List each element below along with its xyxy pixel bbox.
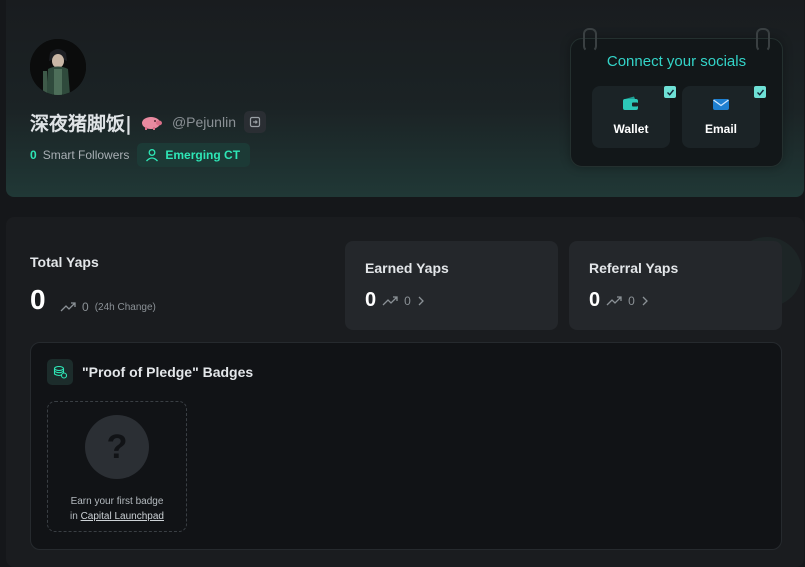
chevron-right-icon bbox=[642, 296, 648, 305]
mail-icon bbox=[712, 96, 730, 117]
earn-badge-text: Earn your first badge in Capital Launchp… bbox=[48, 494, 186, 524]
sign-out-icon bbox=[249, 116, 261, 128]
earned-yaps-card[interactable]: Earned Yaps 0 0 bbox=[345, 241, 558, 330]
earned-yaps-change: 0 bbox=[404, 293, 411, 308]
earn-badge-line: Earn your first badge bbox=[70, 496, 164, 507]
referral-yaps-value: 0 bbox=[589, 289, 601, 311]
earn-badge-prefix: in bbox=[70, 511, 81, 522]
wallet-icon bbox=[622, 96, 640, 117]
connect-socials-card: Connect your socials Wallet Email bbox=[570, 28, 783, 167]
connected-check-icon bbox=[664, 86, 676, 98]
followers-row: 0 Smart Followers Emerging CT bbox=[30, 143, 251, 167]
chevron-right-icon bbox=[418, 296, 424, 305]
tier-badge[interactable]: Emerging CT bbox=[137, 143, 251, 167]
trend-up-icon bbox=[606, 295, 622, 305]
question-mark-icon: ? bbox=[85, 415, 149, 479]
capital-launchpad-link[interactable]: Capital Launchpad bbox=[81, 511, 164, 522]
total-change-value: 0 bbox=[82, 300, 89, 314]
trend-up-icon bbox=[60, 302, 76, 312]
user-icon bbox=[146, 149, 159, 162]
total-change-note: (24h Change) bbox=[94, 301, 156, 313]
logout-button[interactable] bbox=[243, 111, 266, 133]
referral-yaps-card[interactable]: Referral Yaps 0 0 bbox=[569, 241, 782, 330]
empty-badge-slot: ? Earn your first badge in Capital Launc… bbox=[47, 401, 187, 532]
badges-title: "Proof of Pledge" Badges bbox=[82, 364, 254, 380]
referral-yaps-label: Referral Yaps bbox=[589, 260, 679, 276]
avatar-image bbox=[30, 39, 86, 95]
wallet-label: Wallet bbox=[613, 122, 649, 136]
display-name: 深夜猪脚饭| bbox=[30, 112, 132, 135]
connect-wallet-button[interactable]: Wallet bbox=[592, 86, 676, 148]
earned-yaps-value: 0 bbox=[365, 289, 377, 311]
total-yaps-value: 0 bbox=[30, 284, 46, 315]
stats-panel: Total Yaps 0 0 (24h Change) Earned Yaps … bbox=[6, 217, 804, 567]
smart-followers-label: Smart Followers bbox=[42, 148, 130, 162]
user-handle: @Pejunlin bbox=[171, 114, 236, 130]
profile-name-row: 深夜猪脚饭| @Pejunlin bbox=[30, 108, 266, 136]
binder-ring-left bbox=[583, 28, 597, 52]
earn-badge-link-line: in Capital Launchpad bbox=[48, 509, 186, 524]
total-yaps-change: 0 (24h Change) bbox=[60, 300, 156, 314]
earned-yaps-label: Earned Yaps bbox=[365, 260, 449, 276]
avatar[interactable] bbox=[30, 39, 86, 95]
socials-title: Connect your socials bbox=[606, 53, 747, 70]
smart-followers-count: 0 bbox=[30, 148, 37, 162]
referral-yaps-row: 0 0 bbox=[589, 289, 649, 312]
binder-ring-right bbox=[756, 28, 770, 52]
connect-email-button[interactable]: Email bbox=[682, 86, 766, 148]
pig-emoji-icon bbox=[140, 114, 162, 130]
badges-card: "Proof of Pledge" Badges ? Earn your fir… bbox=[30, 342, 782, 550]
referral-yaps-change: 0 bbox=[628, 293, 635, 308]
earned-yaps-row: 0 0 bbox=[365, 289, 425, 312]
connected-check-icon bbox=[754, 86, 766, 98]
email-label: Email bbox=[704, 122, 737, 136]
tier-label: Emerging CT bbox=[165, 148, 241, 162]
total-yaps-label: Total Yaps bbox=[30, 254, 99, 270]
trend-up-icon bbox=[382, 295, 398, 305]
coins-icon bbox=[47, 359, 73, 385]
